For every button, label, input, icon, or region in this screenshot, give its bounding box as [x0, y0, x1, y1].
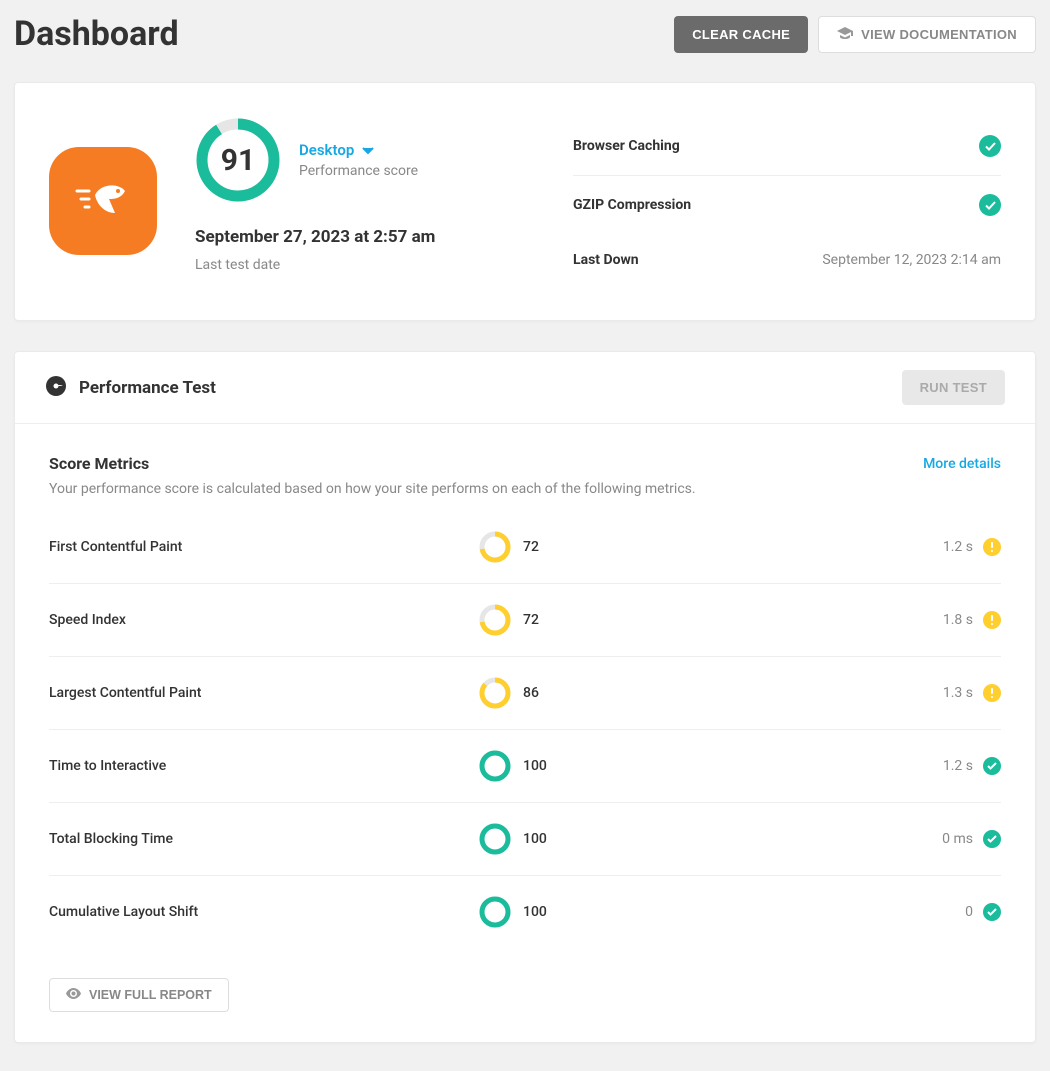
- metric-time-value: 0: [965, 904, 973, 920]
- product-logo: [49, 147, 157, 255]
- last-down-label: Last Down: [573, 252, 639, 268]
- performance-test-card: Performance Test RUN TEST Score Metrics …: [14, 351, 1036, 1043]
- metric-time-value: 0 ms: [942, 831, 973, 847]
- last-down-row: Last Down September 12, 2023 2:14 am: [573, 234, 1001, 286]
- last-test-date: September 27, 2023 at 2:57 am: [195, 227, 535, 247]
- check-icon: [983, 757, 1001, 775]
- summary-main: 91 Desktop Performance score September 2…: [195, 117, 535, 273]
- metric-score-value: 72: [523, 612, 539, 628]
- last-down-value: September 12, 2023 2:14 am: [822, 252, 1001, 268]
- run-test-button[interactable]: RUN TEST: [902, 370, 1005, 405]
- view-full-report-button[interactable]: VIEW FULL REPORT: [49, 978, 229, 1012]
- score-metrics-title: Score Metrics: [49, 454, 149, 473]
- more-details-link[interactable]: More details: [923, 456, 1001, 472]
- metric-score-value: 100: [523, 904, 547, 920]
- metrics-list: First Contentful Paint 72 1.2 s Speed Index…: [49, 511, 1001, 948]
- view-full-report-label: VIEW FULL REPORT: [89, 988, 212, 1002]
- metric-score-value: 86: [523, 685, 539, 701]
- last-test-date-label: Last test date: [195, 257, 535, 273]
- performance-section-title: Performance Test: [79, 378, 216, 398]
- score-row: 91 Desktop Performance score: [195, 117, 535, 203]
- metric-name: Time to Interactive: [49, 758, 479, 774]
- metric-row: Speed Index 72 1.8 s: [49, 584, 1001, 657]
- metric-name: Total Blocking Time: [49, 831, 479, 847]
- metric-score-gauge: [479, 604, 511, 636]
- check-icon: [983, 903, 1001, 921]
- metric-score-gauge: [479, 750, 511, 782]
- metric-row: Time to Interactive 100 1.2 s: [49, 730, 1001, 803]
- score-metrics-description: Your performance score is calculated bas…: [49, 481, 1001, 497]
- metric-row: Total Blocking Time 100 0 ms: [49, 803, 1001, 876]
- metric-score-gauge: [479, 677, 511, 709]
- header-actions: CLEAR CACHE VIEW DOCUMENTATION: [674, 16, 1036, 53]
- metric-score-gauge: [479, 823, 511, 855]
- metric-row: Cumulative Layout Shift 100 0: [49, 876, 1001, 948]
- status-label: GZIP Compression: [573, 197, 691, 213]
- device-label: Desktop: [299, 141, 354, 159]
- summary-card: 91 Desktop Performance score September 2…: [14, 82, 1036, 321]
- check-icon: [979, 135, 1001, 157]
- page-title: Dashboard: [14, 14, 179, 54]
- metric-time-value: 1.3 s: [943, 685, 973, 701]
- device-selector[interactable]: Desktop: [299, 141, 418, 159]
- status-label: Browser Caching: [573, 138, 680, 154]
- graduation-cap-icon: [837, 27, 853, 42]
- metric-row: Largest Contentful Paint 86 1.3 s: [49, 657, 1001, 730]
- status-row: GZIP Compression: [573, 176, 1001, 234]
- warning-icon: [983, 538, 1001, 556]
- clear-cache-button[interactable]: CLEAR CACHE: [674, 16, 808, 53]
- summary-status-list: Browser Caching GZIP Compression Last Dow…: [573, 117, 1001, 286]
- metric-name: Largest Contentful Paint: [49, 685, 479, 701]
- metric-score-value: 72: [523, 539, 539, 555]
- check-icon: [979, 194, 1001, 216]
- metric-time-value: 1.8 s: [943, 612, 973, 628]
- hummingbird-icon: [71, 169, 135, 233]
- check-icon: [983, 830, 1001, 848]
- metric-score-gauge: [479, 531, 511, 563]
- device-sublabel: Performance score: [299, 163, 418, 179]
- performance-body: Score Metrics More details Your performa…: [15, 424, 1035, 978]
- metric-row: First Contentful Paint 72 1.2 s: [49, 511, 1001, 584]
- metric-time-value: 1.2 s: [943, 758, 973, 774]
- metric-score-value: 100: [523, 831, 547, 847]
- gauge-icon: [45, 375, 67, 401]
- performance-score-value: 91: [195, 117, 281, 203]
- metric-score-gauge: [479, 896, 511, 928]
- performance-header: Performance Test RUN TEST: [15, 352, 1035, 424]
- metric-name: Speed Index: [49, 612, 479, 628]
- page-header: Dashboard CLEAR CACHE VIEW DOCUMENTATION: [14, 14, 1036, 54]
- status-row: Browser Caching: [573, 117, 1001, 176]
- view-documentation-button[interactable]: VIEW DOCUMENTATION: [818, 16, 1036, 53]
- metric-time-value: 1.2 s: [943, 539, 973, 555]
- performance-score-gauge: 91: [195, 117, 281, 203]
- metric-score-value: 100: [523, 758, 547, 774]
- chevron-down-icon: [362, 141, 374, 159]
- metric-name: First Contentful Paint: [49, 539, 479, 555]
- view-documentation-label: VIEW DOCUMENTATION: [861, 27, 1017, 42]
- warning-icon: [983, 684, 1001, 702]
- warning-icon: [983, 611, 1001, 629]
- eye-icon: [66, 988, 81, 1002]
- metric-name: Cumulative Layout Shift: [49, 904, 479, 920]
